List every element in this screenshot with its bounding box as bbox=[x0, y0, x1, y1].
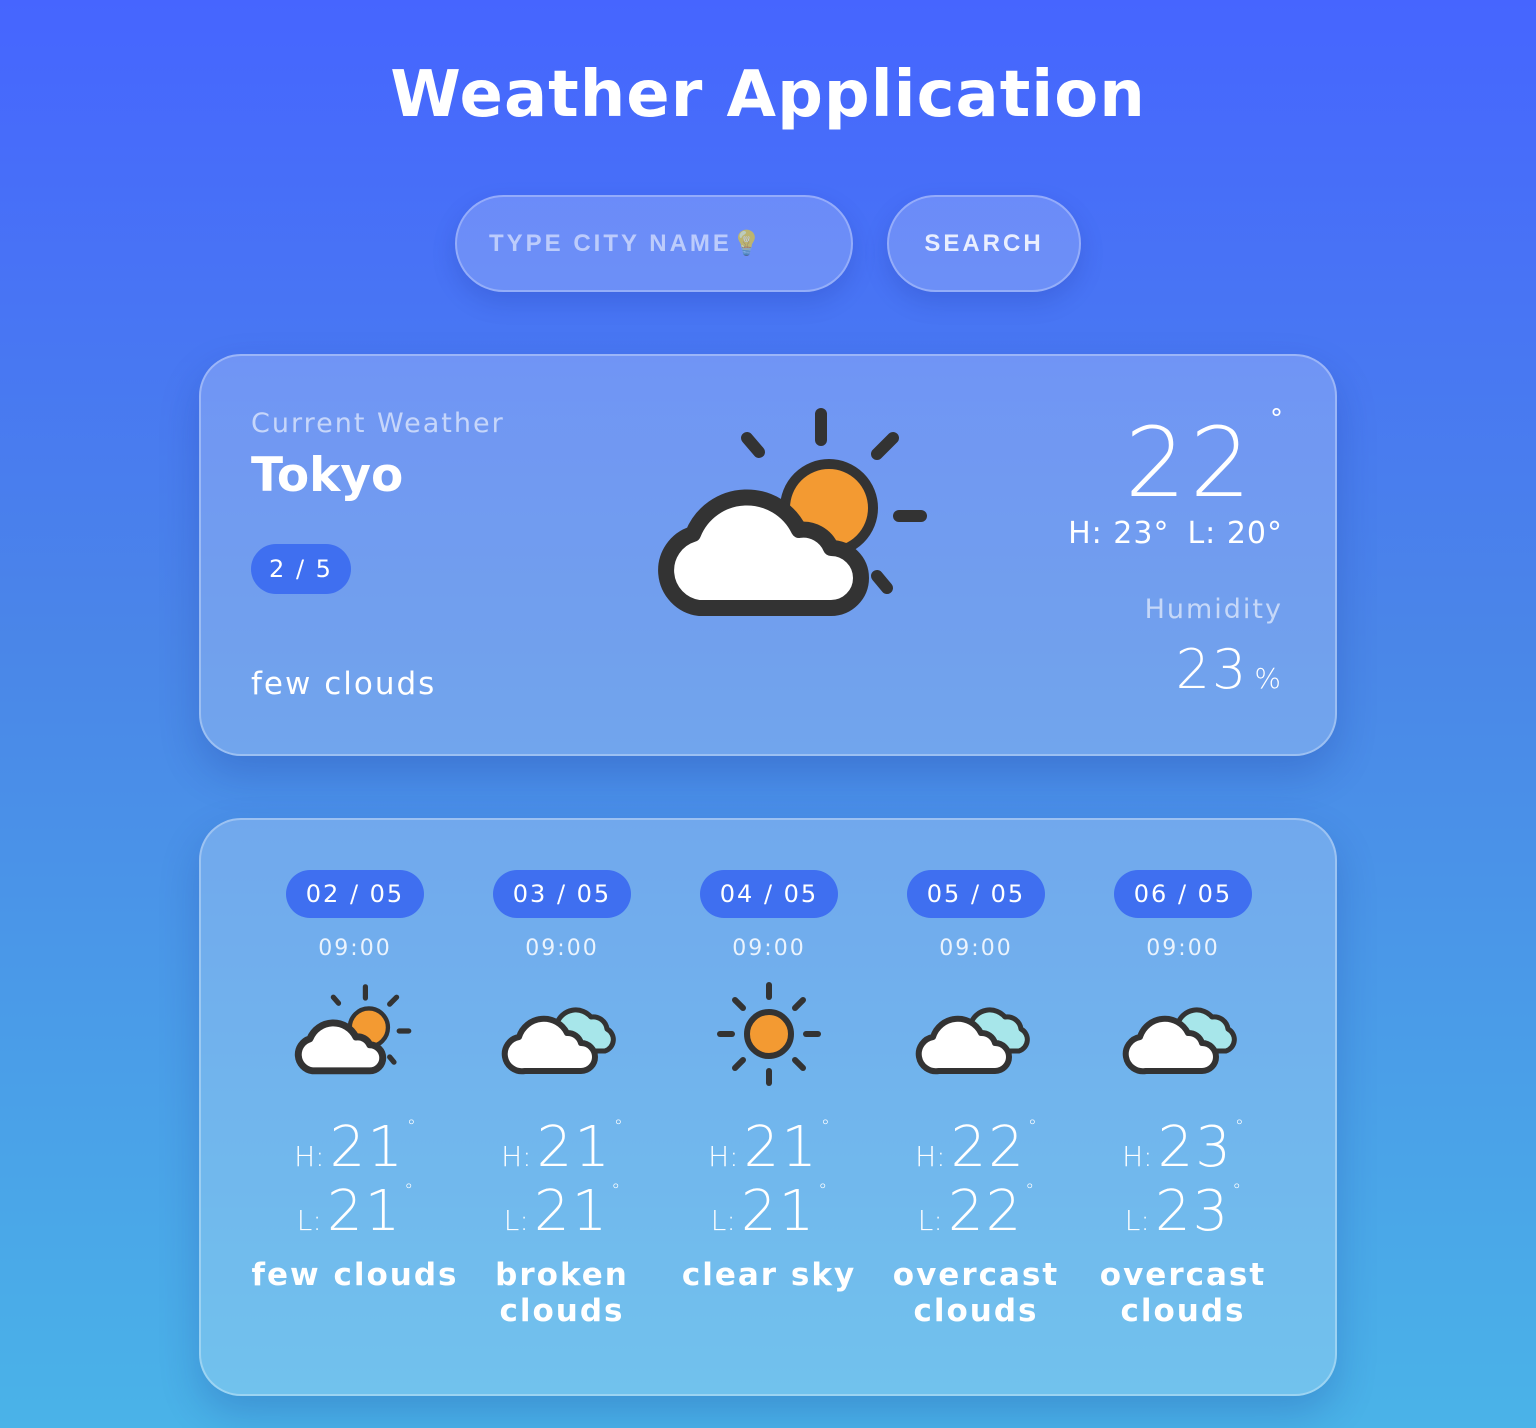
low-value: 21 bbox=[533, 1179, 610, 1244]
current-temperature: 22 bbox=[1124, 407, 1255, 519]
low-label: L: bbox=[917, 1204, 943, 1237]
high-label: H: bbox=[1122, 1140, 1153, 1173]
high-value: 21 bbox=[536, 1115, 612, 1180]
forecast-high: H: 21 ° bbox=[250, 1115, 460, 1180]
forecast-date-badge: 03 / 05 bbox=[492, 870, 632, 918]
low-value: 21 bbox=[326, 1179, 403, 1244]
forecast-day: 04 / 05 09:00 H: 21 ° L: 21 ° clear sky bbox=[664, 870, 874, 1293]
current-weather-card: Current Weather Tokyo 2 / 5 few clouds 2… bbox=[199, 354, 1337, 756]
partly-cloudy-icon bbox=[290, 979, 420, 1089]
low-label: L: bbox=[710, 1204, 736, 1237]
high-value: 21 bbox=[743, 1115, 819, 1180]
low-label: L: bbox=[296, 1204, 322, 1237]
low-value: 22 bbox=[947, 1179, 1024, 1244]
low-label: L: bbox=[1124, 1204, 1150, 1237]
low-value: 23 bbox=[1154, 1179, 1231, 1244]
search-button[interactable]: SEARCH bbox=[887, 195, 1081, 292]
high-label: H: bbox=[915, 1140, 946, 1173]
degree-symbol: ° bbox=[1027, 1116, 1037, 1137]
degree-symbol: ° bbox=[1025, 1180, 1035, 1201]
forecast-description: clear sky bbox=[681, 1257, 857, 1293]
sun-icon bbox=[704, 979, 834, 1089]
degree-symbol: ° bbox=[818, 1180, 828, 1201]
degree-symbol: ° bbox=[1234, 1116, 1244, 1137]
forecast-time: 09:00 bbox=[1146, 936, 1220, 961]
degree-symbol: ° bbox=[404, 1180, 414, 1201]
low-label: L: bbox=[503, 1204, 529, 1237]
forecast-day: 06 / 05 09:00 H: 23 ° L: 23 ° overcast clo… bbox=[1078, 870, 1288, 1329]
high-label: H: bbox=[501, 1140, 532, 1173]
degree-symbol: ° bbox=[1232, 1180, 1242, 1201]
forecast-description: broken clouds bbox=[495, 1257, 629, 1329]
degree-symbol: ° bbox=[406, 1116, 416, 1137]
broken-clouds-icon bbox=[497, 979, 627, 1089]
forecast-high: H: 21 ° bbox=[664, 1115, 874, 1180]
forecast-date-badge: 02 / 05 bbox=[285, 870, 425, 918]
forecast-time: 09:00 bbox=[525, 936, 599, 961]
search-input[interactable] bbox=[455, 195, 853, 292]
high-low-temps: H: 23° L: 20° bbox=[1068, 516, 1283, 551]
degree-symbol: ° bbox=[611, 1180, 621, 1201]
forecast-day: 05 / 05 09:00 H: 22 ° L: 22 ° overcast clo… bbox=[871, 870, 1081, 1329]
forecast-low: L: 21 ° bbox=[250, 1179, 460, 1244]
degree-symbol: ° bbox=[820, 1116, 830, 1137]
forecast-day: 02 / 05 09:00 H: 21 ° L: 21 ° few clouds bbox=[250, 870, 460, 1293]
humidity-label: Humidity bbox=[1144, 594, 1283, 625]
forecast-high: H: 21 ° bbox=[457, 1115, 667, 1180]
overcast-clouds-icon bbox=[911, 979, 1041, 1089]
forecast-high: H: 22 ° bbox=[871, 1115, 1081, 1180]
current-weather-label: Current Weather bbox=[251, 408, 505, 439]
high-label: H: bbox=[708, 1140, 739, 1173]
forecast-time: 09:00 bbox=[732, 936, 806, 961]
page-title: Weather Application bbox=[390, 58, 1146, 132]
forecast-low: L: 23 ° bbox=[1078, 1179, 1288, 1244]
forecast-low: L: 21 ° bbox=[457, 1179, 667, 1244]
degree-symbol: ° bbox=[1270, 404, 1283, 434]
forecast-high: H: 23 ° bbox=[1078, 1115, 1288, 1180]
humidity-value-wrap: 23% bbox=[1176, 638, 1283, 701]
humidity-unit: % bbox=[1254, 662, 1283, 695]
forecast-card: 02 / 05 09:00 H: 21 ° L: 21 ° few clouds 0… bbox=[199, 818, 1337, 1396]
forecast-low: L: 22 ° bbox=[871, 1179, 1081, 1244]
high-value: 21 bbox=[329, 1115, 405, 1180]
high-value: 22 bbox=[950, 1115, 1026, 1180]
forecast-date-badge: 06 / 05 bbox=[1113, 870, 1253, 918]
degree-symbol: ° bbox=[613, 1116, 623, 1137]
high-temp: H: 23° bbox=[1068, 516, 1170, 551]
current-description: few clouds bbox=[251, 666, 437, 702]
high-label: H: bbox=[294, 1140, 325, 1173]
forecast-low: L: 21 ° bbox=[664, 1179, 874, 1244]
high-value: 23 bbox=[1157, 1115, 1233, 1180]
low-value: 21 bbox=[740, 1179, 817, 1244]
city-name: Tokyo bbox=[251, 448, 404, 503]
partly-cloudy-icon bbox=[647, 408, 947, 638]
current-date-badge: 2 / 5 bbox=[251, 544, 351, 594]
forecast-description: overcast clouds bbox=[892, 1257, 1060, 1329]
low-temp: L: 20° bbox=[1187, 516, 1283, 551]
forecast-time: 09:00 bbox=[318, 936, 392, 961]
humidity-value: 23 bbox=[1175, 638, 1249, 701]
overcast-clouds-icon bbox=[1118, 979, 1248, 1089]
forecast-time: 09:00 bbox=[939, 936, 1013, 961]
forecast-description: few clouds bbox=[251, 1257, 459, 1293]
forecast-date-badge: 05 / 05 bbox=[906, 870, 1046, 918]
forecast-date-badge: 04 / 05 bbox=[699, 870, 839, 918]
forecast-description: overcast clouds bbox=[1099, 1257, 1267, 1329]
forecast-day: 03 / 05 09:00 H: 21 ° L: 21 ° broken cloud… bbox=[457, 870, 667, 1329]
